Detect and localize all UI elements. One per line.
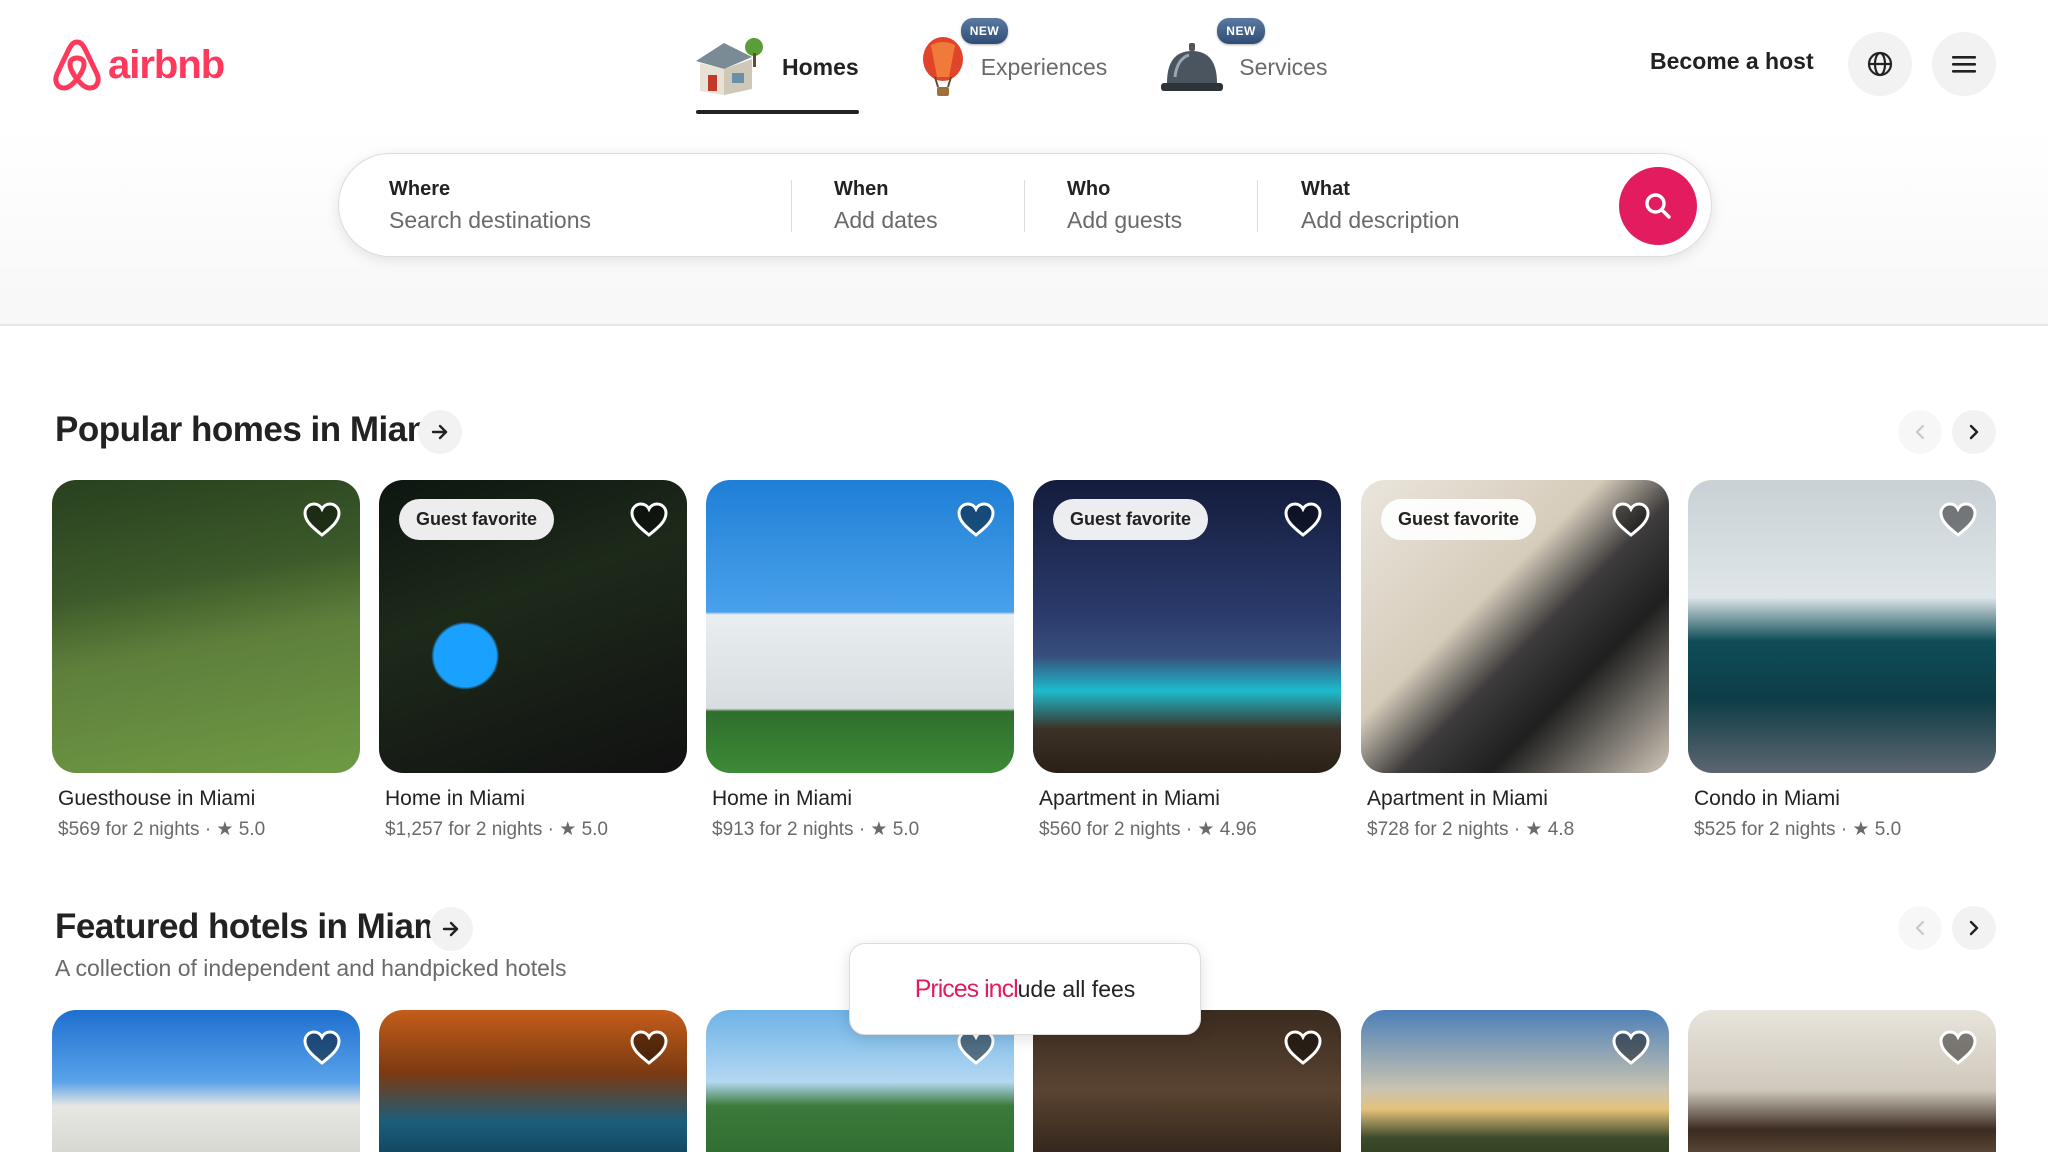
popular-prev-button[interactable] bbox=[1898, 410, 1942, 454]
where-placeholder: Search destinations bbox=[389, 207, 592, 233]
tab-homes[interactable]: Homes bbox=[690, 22, 859, 114]
search-divider bbox=[1257, 180, 1258, 232]
search-divider bbox=[791, 180, 792, 232]
hotel-card-photo[interactable] bbox=[1361, 1010, 1669, 1152]
listing-card[interactable]: Guesthouse in Miami $569 for 2 nights · … bbox=[52, 480, 360, 841]
airbnb-logo[interactable]: airbnb bbox=[52, 38, 225, 92]
toast-text: ude all fees bbox=[1017, 975, 1136, 1002]
heart-icon[interactable] bbox=[1611, 500, 1651, 540]
search-what-field[interactable]: What Add description bbox=[1301, 178, 1460, 234]
tab-services-label: Services bbox=[1239, 53, 1328, 80]
listing-price-rating: $560 for 2 nights · ★ 4.96 bbox=[1039, 819, 1257, 840]
heart-icon[interactable] bbox=[956, 500, 996, 540]
heart-icon[interactable] bbox=[1283, 1028, 1323, 1068]
listing-card[interactable]: Guest favorite Apartment in Miami $728 f… bbox=[1361, 480, 1669, 841]
listing-photo[interactable]: Guest favorite bbox=[1033, 480, 1341, 773]
new-badge-experiences: NEW bbox=[960, 18, 1009, 44]
toast-text-highlight: Prices incl bbox=[914, 974, 1019, 1003]
who-label: Who bbox=[1067, 178, 1111, 200]
listing-card[interactable]: Guest favorite Apartment in Miami $560 f… bbox=[1033, 480, 1341, 841]
who-placeholder: Add guests bbox=[1067, 207, 1183, 233]
popular-homes-see-all-button[interactable] bbox=[418, 410, 462, 454]
tab-homes-label: Homes bbox=[782, 53, 859, 80]
listing-price-rating: $1,257 for 2 nights · ★ 5.0 bbox=[385, 819, 608, 840]
language-button[interactable] bbox=[1848, 32, 1912, 96]
service-bell-icon bbox=[1161, 43, 1224, 91]
hotel-card-photo[interactable] bbox=[52, 1010, 360, 1152]
listing-price-rating: $913 for 2 nights · ★ 5.0 bbox=[712, 819, 920, 840]
hotel-card-photo[interactable] bbox=[379, 1010, 687, 1152]
globe-icon bbox=[1867, 51, 1893, 77]
where-label: Where bbox=[389, 178, 451, 200]
tab-services[interactable]: NEW Services bbox=[1159, 18, 1328, 112]
guest-favorite-badge: Guest favorite bbox=[1381, 499, 1537, 540]
search-where-field[interactable]: Where Search destinations bbox=[389, 178, 591, 234]
prices-include-fees-toast: Prices incl ude all fees bbox=[849, 943, 1201, 1035]
listing-price-rating: $569 for 2 nights · ★ 5.0 bbox=[58, 819, 266, 840]
featured-next-button[interactable] bbox=[1952, 906, 1996, 950]
popular-next-button[interactable] bbox=[1952, 410, 1996, 454]
search-button[interactable] bbox=[1619, 167, 1697, 245]
featured-hotels-title[interactable]: Featured hotels in Miami bbox=[55, 907, 454, 947]
category-tabs: Homes NEW Experiences NEW Services bbox=[690, 18, 1328, 114]
featured-prev-button[interactable] bbox=[1898, 906, 1942, 950]
heart-icon[interactable] bbox=[302, 1028, 342, 1068]
listing-card[interactable]: Home in Miami $913 for 2 nights · ★ 5.0 bbox=[706, 480, 1014, 841]
heart-icon[interactable] bbox=[629, 500, 669, 540]
guest-favorite-badge: Guest favorite bbox=[1053, 499, 1209, 540]
listing-title: Apartment in Miami bbox=[1039, 787, 1220, 810]
listing-price-rating: $525 for 2 nights · ★ 5.0 bbox=[1694, 819, 1902, 840]
featured-hotels-see-all-button[interactable] bbox=[429, 907, 473, 951]
listing-photo[interactable] bbox=[706, 480, 1014, 773]
top-header: airbnb Homes NEW Experiences NEW Service… bbox=[0, 0, 2048, 326]
new-badge-services: NEW bbox=[1217, 18, 1265, 44]
tab-experiences[interactable]: NEW Experiences bbox=[919, 18, 1108, 112]
listing-title: Home in Miami bbox=[712, 787, 853, 810]
hotel-card-photo[interactable] bbox=[1688, 1010, 1996, 1152]
heart-icon[interactable] bbox=[1938, 500, 1978, 540]
listing-photo[interactable]: Guest favorite bbox=[379, 480, 687, 773]
what-label: What bbox=[1301, 178, 1350, 200]
listing-title: Guesthouse in Miami bbox=[58, 787, 256, 810]
heart-icon[interactable] bbox=[1938, 1028, 1978, 1068]
heart-icon[interactable] bbox=[1283, 500, 1323, 540]
chevron-left-icon bbox=[1915, 424, 1925, 440]
search-who-field[interactable]: Who Add guests bbox=[1067, 178, 1182, 234]
become-host-link[interactable]: Become a host bbox=[1650, 48, 1814, 75]
listing-photo[interactable] bbox=[52, 480, 360, 773]
listing-card[interactable]: Guest favorite Home in Miami $1,257 for … bbox=[379, 480, 687, 841]
popular-homes-title[interactable]: Popular homes in Miami bbox=[55, 410, 447, 450]
what-placeholder: Add description bbox=[1301, 207, 1460, 233]
airbnb-wordmark: airbnb bbox=[108, 42, 225, 87]
search-bar: Where Search destinations When Add dates… bbox=[338, 153, 1712, 257]
when-placeholder: Add dates bbox=[834, 207, 938, 233]
chevron-right-icon bbox=[1969, 920, 1979, 936]
listing-photo[interactable]: Guest favorite bbox=[1361, 480, 1669, 773]
heart-icon[interactable] bbox=[302, 500, 342, 540]
house-icon bbox=[696, 38, 763, 95]
search-divider bbox=[1024, 180, 1025, 232]
arrow-right-icon bbox=[442, 921, 459, 937]
hamburger-menu-icon bbox=[1952, 56, 1976, 73]
tab-experiences-label: Experiences bbox=[980, 53, 1108, 80]
airbnb-logo-icon bbox=[53, 39, 101, 91]
search-icon bbox=[1645, 193, 1671, 219]
heart-icon[interactable] bbox=[629, 1028, 669, 1068]
arrow-right-icon bbox=[431, 424, 448, 440]
heart-icon[interactable] bbox=[1611, 1028, 1651, 1068]
featured-hotels-subtitle: A collection of independent and handpick… bbox=[55, 955, 567, 981]
when-label: When bbox=[834, 178, 889, 200]
listing-price-rating: $728 for 2 nights · ★ 4.8 bbox=[1367, 819, 1575, 840]
search-when-field[interactable]: When Add dates bbox=[834, 178, 938, 234]
chevron-left-icon bbox=[1915, 920, 1925, 936]
listing-card[interactable]: Condo in Miami $525 for 2 nights · ★ 5.0 bbox=[1688, 480, 1996, 841]
guest-favorite-badge: Guest favorite bbox=[399, 499, 555, 540]
main-menu-button[interactable] bbox=[1932, 32, 1996, 96]
listing-title: Condo in Miami bbox=[1694, 787, 1840, 810]
listing-photo[interactable] bbox=[1688, 480, 1996, 773]
hot-air-balloon-icon bbox=[922, 37, 963, 96]
listing-title: Home in Miami bbox=[385, 787, 526, 810]
chevron-right-icon bbox=[1969, 424, 1979, 440]
listing-title: Apartment in Miami bbox=[1367, 787, 1548, 810]
